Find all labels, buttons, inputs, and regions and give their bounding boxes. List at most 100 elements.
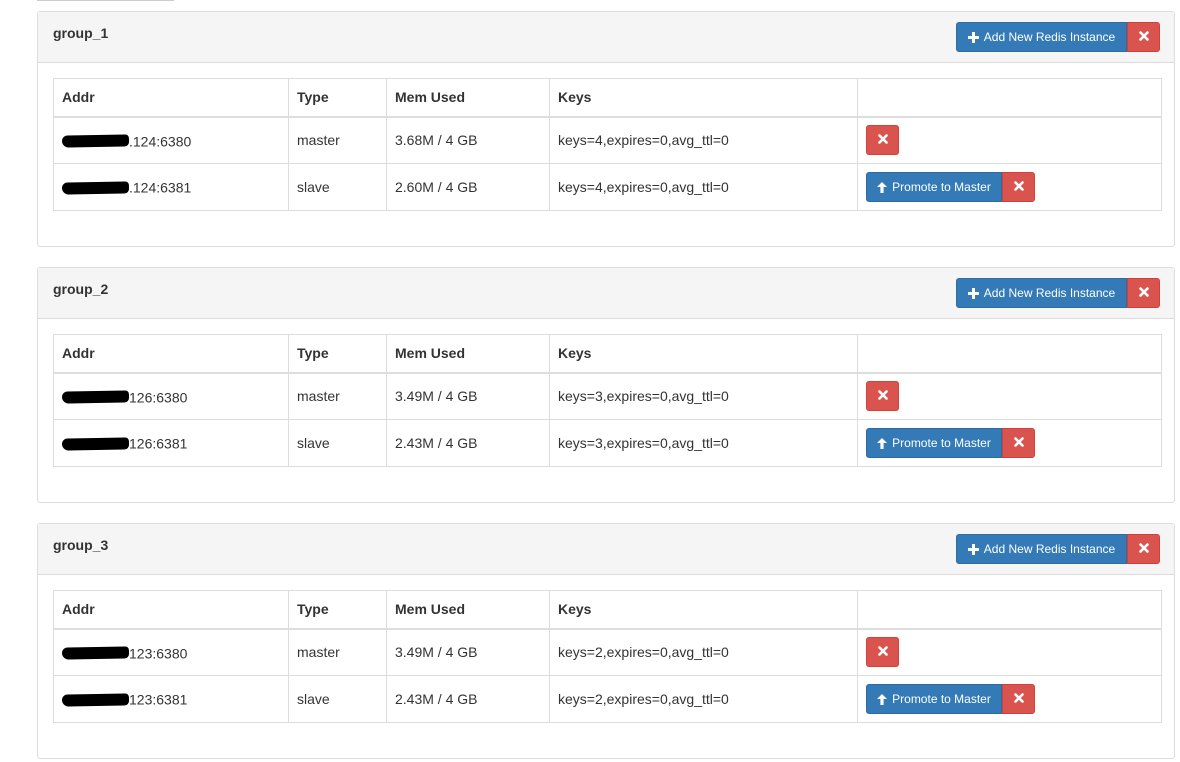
keys-cell: keys=2,expires=0,avg_ttl=0 (549, 628, 858, 676)
plus-icon (967, 31, 979, 43)
mem-cell: 3.49M / 4 GB (386, 628, 550, 676)
actions-cell: Promote to Master (857, 419, 1162, 467)
column-header-type: Type (288, 78, 387, 118)
remove-group-button[interactable] (1127, 534, 1160, 564)
redacted-host (61, 693, 130, 707)
addr-cell: .124:6381 (53, 163, 289, 211)
column-header-keys: Keys (549, 334, 858, 374)
remove-instance-button[interactable] (1002, 428, 1035, 458)
addr-cell: 123:6380 (53, 628, 289, 676)
table-header-row: Addr Type Mem Used Keys (53, 590, 1162, 630)
mem-cell: 2.43M / 4 GB (386, 419, 550, 467)
actions-cell: Promote to Master (857, 163, 1162, 211)
column-header-addr: Addr (53, 78, 289, 118)
group-panel: group_2 Add New Redis Instance Addr Type… (37, 267, 1175, 503)
mem-cell: 2.43M / 4 GB (386, 675, 550, 723)
add-redis-instance-label: Add New Redis Instance (983, 542, 1116, 556)
add-redis-instance-button[interactable]: Add New Redis Instance (956, 22, 1127, 52)
table-header-row: Addr Type Mem Used Keys (53, 78, 1162, 118)
addr-suffix: 123:6380 (129, 644, 188, 661)
keys-cell: keys=2,expires=0,avg_ttl=0 (549, 675, 858, 723)
promote-to-master-button[interactable]: Promote to Master (866, 172, 1002, 202)
promote-to-master-label: Promote to Master (892, 436, 991, 450)
keys-cell: keys=4,expires=0,avg_ttl=0 (549, 163, 858, 211)
remove-instance-button[interactable] (1002, 684, 1035, 714)
keys-cell: keys=4,expires=0,avg_ttl=0 (549, 116, 858, 164)
remove-group-button[interactable] (1127, 22, 1160, 52)
redacted-host (61, 390, 130, 404)
arrow-up-icon (877, 693, 888, 705)
addr-cell: .124:6380 (53, 116, 289, 164)
keys-cell: keys=3,expires=0,avg_ttl=0 (549, 419, 858, 467)
addr-cell: 126:6380 (53, 372, 289, 420)
actions-cell (857, 372, 1162, 420)
times-icon (1138, 286, 1149, 300)
instances-table: Addr Type Mem Used Keys 126:6380 master … (53, 334, 1162, 467)
table-row: 126:6380 master 3.49M / 4 GB keys=3,expi… (53, 372, 1162, 420)
group-title: group_3 (53, 537, 109, 553)
table-row: 126:6381 slave 2.43M / 4 GB keys=3,expir… (53, 419, 1162, 467)
addr-suffix: .124:6380 (129, 132, 192, 149)
add-redis-instance-button[interactable]: Add New Redis Instance (956, 278, 1127, 308)
promote-to-master-label: Promote to Master (892, 180, 991, 194)
group-actions: Add New Redis Instance (956, 534, 1160, 564)
remove-instance-button[interactable] (866, 637, 899, 668)
group-panel: group_3 Add New Redis Instance Addr Type… (37, 523, 1175, 759)
mem-cell: 2.60M / 4 GB (386, 163, 550, 211)
group-panel: group_1 Add New Redis Instance Addr Type… (37, 11, 1175, 247)
group-panel-heading: group_3 Add New Redis Instance (38, 524, 1174, 575)
table-row: 123:6380 master 3.49M / 4 GB keys=2,expi… (53, 628, 1162, 676)
remove-instance-button[interactable] (866, 125, 899, 156)
type-cell: slave (288, 163, 387, 211)
column-header-keys: Keys (549, 78, 858, 118)
addr-cell: 126:6381 (53, 419, 289, 467)
times-icon (1138, 30, 1149, 44)
remove-group-button[interactable] (1127, 278, 1160, 308)
times-icon (877, 389, 888, 403)
tab-bottom-edge (37, 0, 174, 1)
times-icon (1013, 180, 1024, 194)
remove-instance-button[interactable] (1002, 172, 1035, 202)
column-header-type: Type (288, 590, 387, 630)
addr-cell: 123:6381 (53, 675, 289, 723)
group-actions: Add New Redis Instance (956, 278, 1160, 308)
promote-to-master-button[interactable]: Promote to Master (866, 428, 1002, 458)
column-header-actions (857, 78, 1162, 118)
add-redis-instance-label: Add New Redis Instance (983, 286, 1116, 300)
type-cell: master (288, 628, 387, 676)
arrow-up-icon (877, 181, 888, 193)
group-panel-heading: group_1 Add New Redis Instance (38, 12, 1174, 63)
group-panel-heading: group_2 Add New Redis Instance (38, 268, 1174, 319)
type-cell: master (288, 372, 387, 420)
times-icon (877, 133, 888, 147)
type-cell: master (288, 116, 387, 164)
arrow-up-icon (877, 437, 888, 449)
addr-suffix: 126:6381 (129, 435, 188, 452)
redacted-host (61, 646, 130, 660)
times-icon (1013, 692, 1024, 706)
instances-table: Addr Type Mem Used Keys .124:6380 master… (53, 78, 1162, 211)
column-header-actions (857, 334, 1162, 374)
times-icon (1138, 542, 1149, 556)
add-redis-instance-button[interactable]: Add New Redis Instance (956, 534, 1127, 564)
type-cell: slave (288, 675, 387, 723)
column-header-mem: Mem Used (386, 78, 550, 118)
remove-instance-button[interactable] (866, 381, 899, 412)
group-actions: Add New Redis Instance (956, 22, 1160, 52)
group-title: group_2 (53, 281, 109, 297)
column-header-mem: Mem Used (386, 590, 550, 630)
column-header-actions (857, 590, 1162, 630)
actions-cell: Promote to Master (857, 675, 1162, 723)
promote-to-master-button[interactable]: Promote to Master (866, 684, 1002, 714)
mem-cell: 3.49M / 4 GB (386, 372, 550, 420)
times-icon (877, 645, 888, 659)
addr-suffix: 126:6380 (129, 388, 188, 405)
column-header-addr: Addr (53, 590, 289, 630)
group-panel-body: Addr Type Mem Used Keys 123:6380 master … (38, 575, 1174, 738)
actions-cell (857, 116, 1162, 164)
group-panel-body: Addr Type Mem Used Keys 126:6380 master … (38, 319, 1174, 482)
promote-to-master-label: Promote to Master (892, 692, 991, 706)
redacted-host (61, 181, 130, 195)
type-cell: slave (288, 419, 387, 467)
column-header-keys: Keys (549, 590, 858, 630)
